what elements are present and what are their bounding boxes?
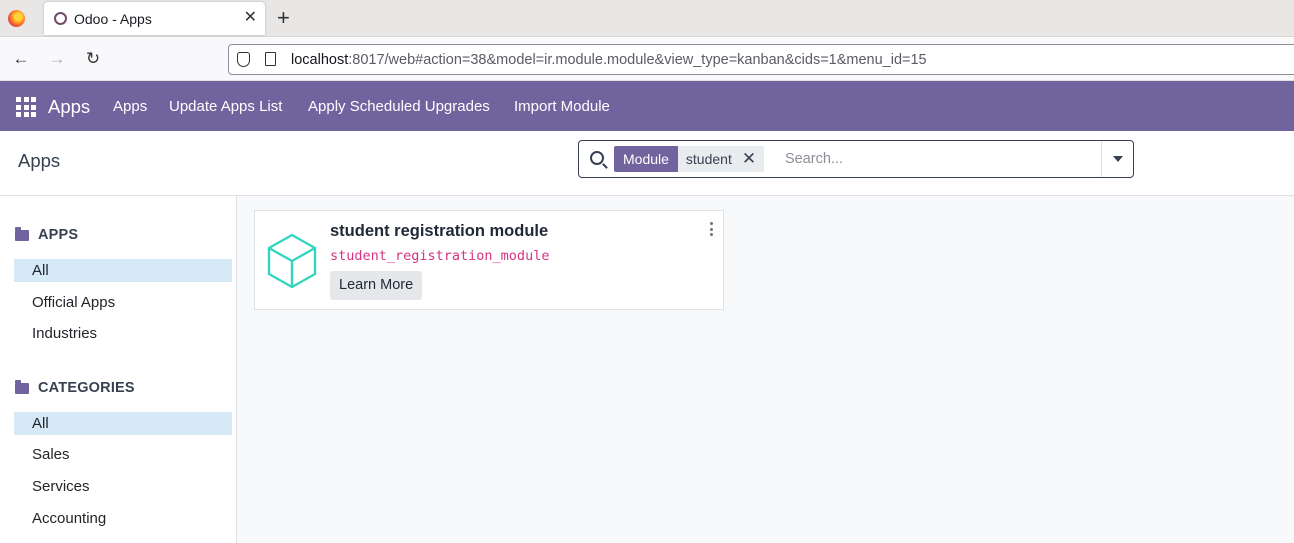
page-icon[interactable] (265, 52, 276, 66)
search-bar[interactable]: Module student ✕ (578, 140, 1134, 178)
search-facet: Module student ✕ (614, 146, 765, 172)
facet-category: Module (614, 146, 678, 172)
folder-icon (15, 379, 29, 394)
menu-apps[interactable]: Apps (113, 98, 147, 115)
tab-title: Odoo - Apps (74, 11, 152, 27)
new-tab-icon[interactable]: + (277, 6, 290, 30)
url-path: :8017/web#action=38&model=ir.module.modu… (348, 52, 927, 68)
search-icon[interactable] (590, 151, 604, 165)
cube-module-icon (267, 233, 317, 289)
menu-apply-scheduled-upgrades[interactable]: Apply Scheduled Upgrades (308, 98, 490, 115)
url-text[interactable]: localhost:8017/web#action=38&model=ir.mo… (291, 52, 927, 68)
facet-value-wrap: student ✕ (677, 146, 765, 172)
apps-header-label: APPS (38, 227, 79, 243)
app-brand[interactable]: Apps (48, 96, 90, 118)
search-panel: APPS All Official Apps Industries CATEGO… (0, 196, 237, 543)
reload-icon[interactable]: ↻ (82, 48, 104, 70)
facet-value: student (685, 151, 732, 167)
apps-section-header: APPS (15, 226, 79, 243)
url-host: localhost (291, 52, 349, 68)
breadcrumb: Apps (18, 150, 61, 171)
sidepanel-apps-all[interactable]: All (14, 259, 232, 282)
kanban-view: student registration module student_regi… (237, 196, 1294, 543)
shield-icon[interactable] (237, 52, 250, 67)
odoo-favicon-icon (54, 12, 67, 25)
folder-icon (15, 226, 29, 241)
close-tab-icon[interactable]: ✕ (244, 8, 257, 28)
sidepanel-categories-accounting[interactable]: Accounting (14, 507, 232, 530)
url-bar[interactable]: localhost:8017/web#action=38&model=ir.mo… (228, 44, 1294, 75)
browser-tab[interactable]: Odoo - Apps ✕ (44, 2, 265, 35)
back-arrow-icon[interactable]: ← (10, 48, 32, 70)
search-options-toggle[interactable] (1101, 141, 1133, 177)
module-card[interactable]: student registration module student_regi… (254, 210, 724, 310)
sidepanel-apps-official[interactable]: Official Apps (14, 291, 232, 314)
odoo-main-navbar: Apps Apps Update Apps List Apply Schedul… (0, 81, 1294, 131)
browser-nav-bar: ← → ↻ localhost:8017/web#action=38&model… (0, 38, 1294, 81)
remove-facet-icon[interactable]: ✕ (742, 146, 756, 172)
sidepanel-apps-industries[interactable]: Industries (14, 322, 232, 345)
categories-section-header: CATEGORIES (15, 379, 135, 396)
app-grid-icon[interactable] (16, 97, 36, 117)
browser-tab-bar: Odoo - Apps ✕ + (0, 0, 1294, 37)
learn-more-button[interactable]: Learn More (330, 271, 423, 300)
control-panel: Apps Module student ✕ (0, 131, 1294, 196)
sidepanel-categories-sales[interactable]: Sales (14, 443, 232, 466)
sidepanel-categories-all[interactable]: All (14, 412, 232, 435)
forward-arrow-icon[interactable]: → (46, 48, 68, 70)
sidepanel-categories-services[interactable]: Services (14, 475, 232, 498)
firefox-icon[interactable] (8, 10, 25, 27)
card-dropdown-icon[interactable] (710, 222, 714, 236)
categories-header-label: CATEGORIES (38, 380, 135, 396)
search-input[interactable] (785, 147, 1085, 171)
module-technical-name: student_registration_module (330, 248, 550, 264)
menu-import-module[interactable]: Import Module (514, 98, 610, 115)
menu-update-apps-list[interactable]: Update Apps List (169, 98, 282, 115)
module-title[interactable]: student registration module (330, 222, 548, 241)
